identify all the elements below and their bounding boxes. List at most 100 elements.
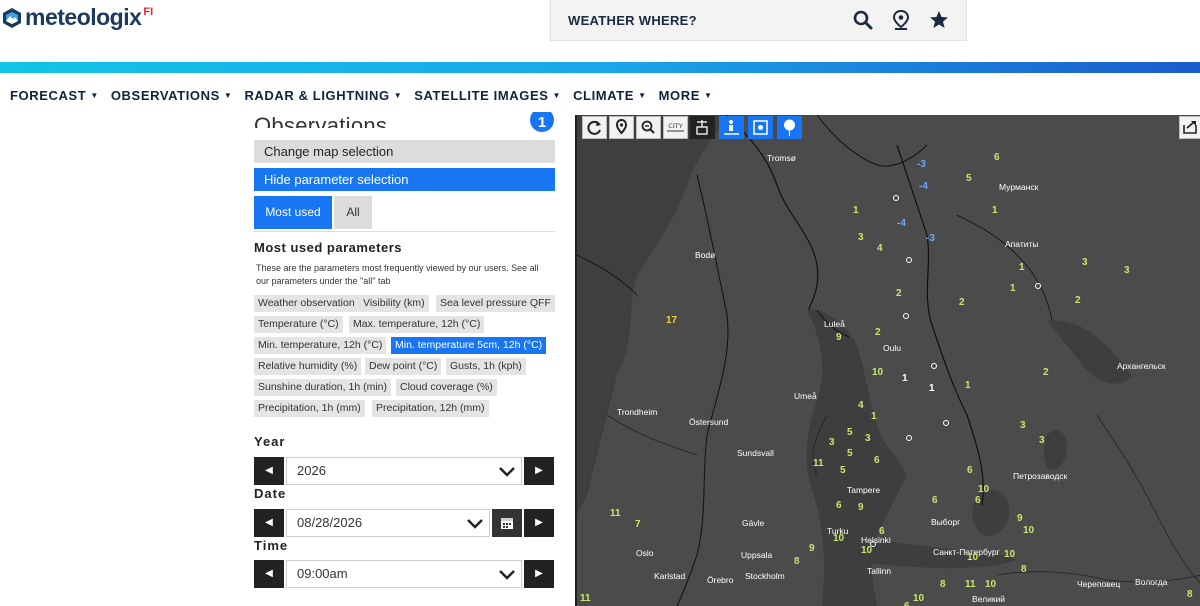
station-value: 6 bbox=[904, 601, 910, 606]
city-label: Stockholm bbox=[745, 571, 785, 581]
station-value: 9 bbox=[858, 502, 864, 513]
balloon-icon bbox=[784, 119, 795, 136]
parameter-chip-selected[interactable]: Min. temperature 5cm, 12h (°C) bbox=[391, 337, 547, 354]
observation-map[interactable]: CITY Tromsø Мурманск Апатиты Bodø Luleå … bbox=[575, 115, 1200, 606]
station-value: 9 bbox=[809, 543, 815, 554]
parameter-chip[interactable]: Sunshine duration, 1h (min) bbox=[254, 379, 391, 396]
date-value: 08/28/2026 bbox=[297, 515, 363, 530]
station-value: 8 bbox=[940, 579, 946, 590]
station-marker bbox=[906, 435, 912, 441]
city-button[interactable]: CITY bbox=[663, 116, 688, 139]
person-icon bbox=[724, 120, 739, 135]
date-select[interactable]: 08/28/2026 bbox=[286, 509, 490, 537]
tab-most-used[interactable]: Most used bbox=[254, 196, 332, 229]
station-value: 4 bbox=[877, 243, 883, 254]
prev-time-button[interactable]: ◀ bbox=[254, 560, 284, 588]
station-marker bbox=[1035, 283, 1041, 289]
zoom-button[interactable] bbox=[636, 116, 661, 139]
parameter-chip[interactable]: Sea level pressure QFF bbox=[436, 295, 555, 312]
city-label: Апатиты bbox=[1005, 239, 1039, 249]
pin-button[interactable] bbox=[609, 116, 634, 139]
station-value: 2 bbox=[896, 288, 902, 299]
station-value: 4 bbox=[858, 400, 864, 411]
station-value: 5 bbox=[847, 427, 853, 438]
city-label: Örebro bbox=[707, 575, 734, 585]
hide-parameter-selection-button[interactable]: Hide parameter selection bbox=[254, 168, 555, 191]
parameter-chip[interactable]: Min. temperature, 12h (°C) bbox=[254, 337, 387, 354]
station-marker bbox=[906, 257, 912, 263]
parameter-chip[interactable]: Temperature (°C) bbox=[254, 316, 343, 333]
map-base bbox=[577, 115, 1200, 606]
refresh-button[interactable] bbox=[582, 116, 607, 139]
station-button[interactable] bbox=[690, 116, 715, 139]
refresh-icon bbox=[587, 120, 601, 135]
chevron-down-icon bbox=[499, 570, 515, 580]
balloon-button[interactable] bbox=[777, 116, 802, 139]
nav-climate[interactable]: CLIMATE ▼ bbox=[573, 85, 647, 105]
year-select[interactable]: 2026 bbox=[286, 457, 522, 485]
city-label: Петрозаводск bbox=[1013, 471, 1068, 481]
station-value: -3 bbox=[917, 159, 926, 170]
location-icon[interactable] bbox=[890, 9, 912, 31]
city-label: Tampere bbox=[847, 485, 881, 495]
tab-all[interactable]: All bbox=[334, 196, 372, 229]
station-value: 10 bbox=[833, 533, 845, 544]
prev-year-button[interactable]: ◀ bbox=[254, 457, 284, 485]
city-label: Tallinn bbox=[867, 566, 892, 576]
parameter-chip[interactable]: Precipitation, 1h (mm) bbox=[254, 400, 365, 417]
satellite-button[interactable] bbox=[748, 116, 773, 139]
logo[interactable]: meteologix FI bbox=[2, 4, 153, 31]
station-value: 1 bbox=[992, 205, 998, 216]
nav-observations[interactable]: OBSERVATIONS ▼ bbox=[111, 85, 233, 105]
nav-radar-lightning[interactable]: RADAR & LIGHTNING ▼ bbox=[244, 85, 402, 105]
parameter-chip[interactable]: Precipitation, 12h (mm) bbox=[372, 400, 489, 417]
station-value: 6 bbox=[932, 495, 938, 506]
station-value: 9 bbox=[1017, 513, 1023, 524]
station-value: 1 bbox=[929, 383, 935, 394]
station-value: 10 bbox=[967, 552, 979, 563]
calendar-button[interactable] bbox=[492, 509, 522, 537]
person-button[interactable] bbox=[719, 116, 744, 139]
logo-country: FI bbox=[143, 6, 154, 18]
change-map-selection-button[interactable]: Change map selection bbox=[254, 140, 555, 163]
station-value: 2 bbox=[875, 327, 881, 338]
parameter-chip[interactable]: Cloud coverage (%) bbox=[396, 379, 497, 396]
parameter-chip[interactable]: Gusts, 1h (kph) bbox=[446, 358, 526, 375]
station-marker bbox=[931, 363, 937, 369]
time-select[interactable]: 09:00am bbox=[286, 560, 522, 588]
share-button[interactable] bbox=[1179, 116, 1200, 139]
location-search[interactable]: WEATHER WHERE? bbox=[550, 0, 967, 41]
parameter-chip[interactable]: Weather observation bbox=[254, 295, 359, 312]
station-value: 6 bbox=[994, 152, 1000, 163]
nav-forecast[interactable]: FORECAST ▼ bbox=[10, 85, 99, 105]
parameter-chip[interactable]: Dew point (°C) bbox=[365, 358, 442, 375]
station-value: 3 bbox=[829, 437, 835, 448]
station-value: 2 bbox=[1043, 367, 1049, 378]
station-value: 3 bbox=[1039, 435, 1045, 446]
city-label: Luleå bbox=[824, 319, 845, 329]
station-value: 1 bbox=[1010, 283, 1016, 294]
star-icon[interactable] bbox=[928, 9, 950, 31]
parameter-chip[interactable]: Visibility (km) bbox=[359, 295, 429, 312]
station-value: -4 bbox=[919, 181, 928, 192]
station-marker bbox=[903, 313, 909, 319]
parameter-chip[interactable]: Max. temperature, 12h (°C) bbox=[349, 316, 485, 333]
next-time-button[interactable]: ▶ bbox=[524, 560, 554, 588]
next-year-button[interactable]: ▶ bbox=[524, 457, 554, 485]
nav-more[interactable]: MORE ▼ bbox=[659, 85, 713, 105]
year-selector: ◀ 2026 ▶ bbox=[254, 457, 554, 485]
station-value: 6 bbox=[836, 500, 842, 511]
time-selector: ◀ 09:00am ▶ bbox=[254, 560, 554, 588]
pin-icon bbox=[615, 118, 628, 135]
parameter-chip[interactable]: Relative humidity (%) bbox=[254, 358, 362, 375]
prev-date-button[interactable]: ◀ bbox=[254, 509, 284, 537]
city-label: Bodø bbox=[695, 250, 716, 260]
search-label[interactable]: WEATHER WHERE? bbox=[568, 13, 852, 28]
nav-satellite-images[interactable]: SATELLITE IMAGES ▼ bbox=[414, 85, 561, 105]
time-label: Time bbox=[254, 538, 289, 553]
station-value: 5 bbox=[840, 465, 846, 476]
search-icon[interactable] bbox=[852, 9, 874, 31]
info-badge[interactable]: 1 bbox=[530, 112, 554, 132]
header-gradient-bar bbox=[0, 62, 1200, 73]
next-date-button[interactable]: ▶ bbox=[524, 509, 554, 537]
